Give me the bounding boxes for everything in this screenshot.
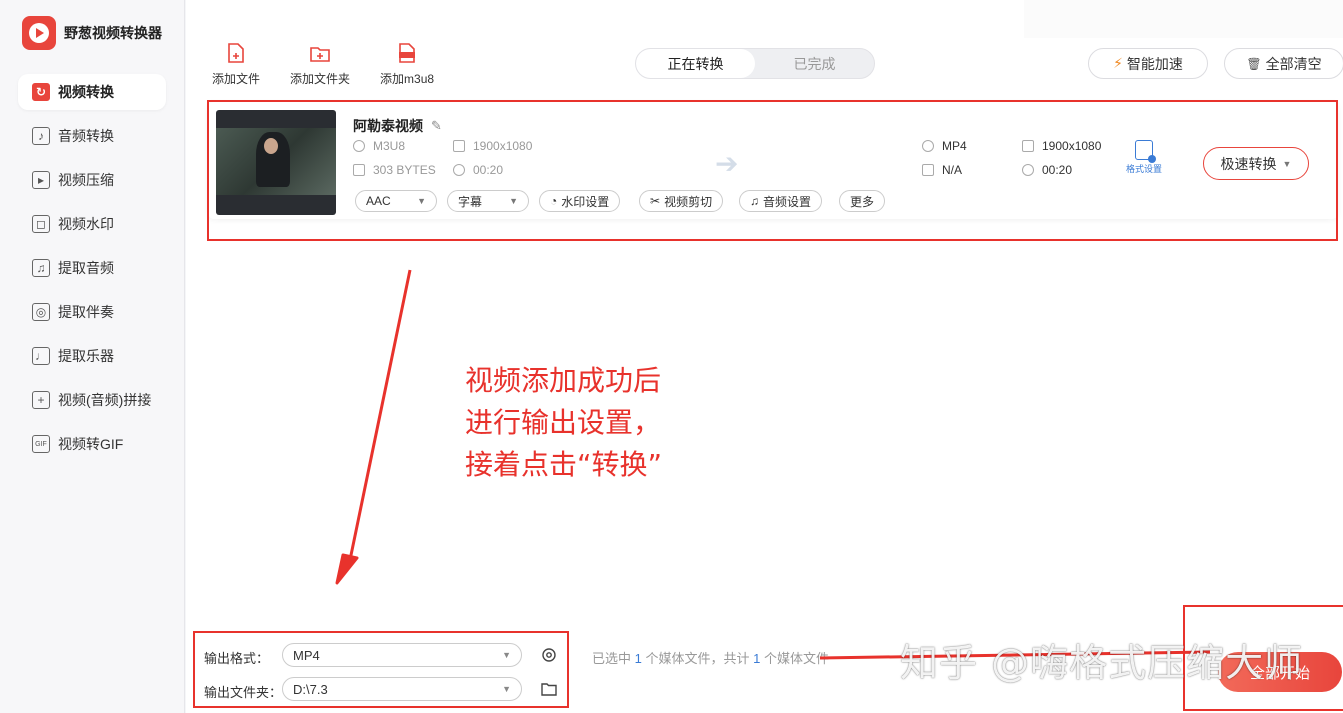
- sidebar-item-extract-instrument[interactable]: ♩ 提取乐器: [18, 338, 166, 374]
- sidebar-item-label: 视频压缩: [58, 172, 114, 188]
- add-folder-button[interactable]: 添加文件夹: [290, 42, 350, 87]
- app-logo-icon: [22, 16, 56, 50]
- sidebar-item-video-to-gif[interactable]: GIF 视频转GIF: [18, 426, 166, 462]
- sidebar-item-merge[interactable]: + 视频(音频)拼接: [18, 382, 166, 418]
- app-name: 野葱视频转换器: [64, 25, 162, 41]
- watermark-text: 知乎 @嗨格式压缩大师: [900, 641, 1304, 685]
- sidebar-nav: ↻ 视频转换 ♪ 音频转换 ▸ 视频压缩 ◻ 视频水印 ♫ 提取音频 ◎ 提取伴…: [18, 74, 166, 470]
- annotation-text: 视频添加成功后 进行输出设置， 接着点击“转换”: [465, 364, 663, 481]
- sidebar-item-label: 提取伴奏: [58, 304, 114, 320]
- sidebar-item-label: 视频水印: [58, 216, 114, 232]
- lightning-icon: ⚡: [1113, 55, 1123, 71]
- audio-convert-icon: ♪: [32, 127, 50, 145]
- sidebar-item-video-compress[interactable]: ▸ 视频压缩: [18, 162, 166, 198]
- add-file-icon: [225, 42, 247, 66]
- sidebar-item-label: 视频转GIF: [58, 436, 124, 452]
- sidebar-item-video-convert[interactable]: ↻ 视频转换: [18, 74, 166, 110]
- sidebar-item-video-watermark[interactable]: ◻ 视频水印: [18, 206, 166, 242]
- sidebar: 野葱视频转换器 ↻ 视频转换 ♪ 音频转换 ▸ 视频压缩 ◻ 视频水印 ♫ 提取…: [0, 0, 185, 713]
- app-brand: 野葱视频转换器: [22, 16, 162, 50]
- add-m3u8-icon: [396, 42, 418, 66]
- clear-all-button[interactable]: 🗑 全部清空: [1224, 48, 1343, 79]
- status-tabs: 正在转换 已完成: [635, 48, 875, 79]
- sidebar-item-label: 视频(音频)拼接: [58, 392, 152, 408]
- sidebar-item-extract-accompaniment[interactable]: ◎ 提取伴奏: [18, 294, 166, 330]
- add-file-button[interactable]: 添加文件: [212, 42, 260, 87]
- video-compress-icon: ▸: [32, 171, 50, 189]
- tab-converting[interactable]: 正在转换: [636, 49, 755, 78]
- extract-audio-icon: ♫: [32, 259, 50, 277]
- add-folder-icon: [309, 42, 331, 66]
- sidebar-item-label: 提取音频: [58, 260, 114, 276]
- merge-icon: +: [32, 391, 50, 409]
- smart-accelerate-button[interactable]: ⚡ 智能加速: [1088, 48, 1208, 79]
- sidebar-item-label: 视频转换: [58, 84, 114, 100]
- highlight-box-output: [193, 631, 569, 708]
- tab-completed[interactable]: 已完成: [755, 49, 874, 78]
- sidebar-item-audio-convert[interactable]: ♪ 音频转换: [18, 118, 166, 154]
- highlight-box-file: [207, 100, 1338, 241]
- gif-icon: GIF: [32, 435, 50, 453]
- selection-status: 已选中 1 个媒体文件，共计 1 个媒体文件: [592, 651, 830, 666]
- video-watermark-icon: ◻: [32, 215, 50, 233]
- sidebar-item-label: 音频转换: [58, 128, 114, 144]
- extract-accompaniment-icon: ◎: [32, 303, 50, 321]
- guitar-icon: ♩: [32, 347, 50, 365]
- sidebar-item-extract-audio[interactable]: ♫ 提取音频: [18, 250, 166, 286]
- toolbar: 添加文件 添加文件夹 添加m3u8: [212, 42, 434, 87]
- sidebar-item-label: 提取乐器: [58, 348, 114, 364]
- trash-icon: 🗑: [1246, 56, 1262, 71]
- add-m3u8-button[interactable]: 添加m3u8: [380, 42, 434, 87]
- video-convert-icon: ↻: [32, 83, 50, 101]
